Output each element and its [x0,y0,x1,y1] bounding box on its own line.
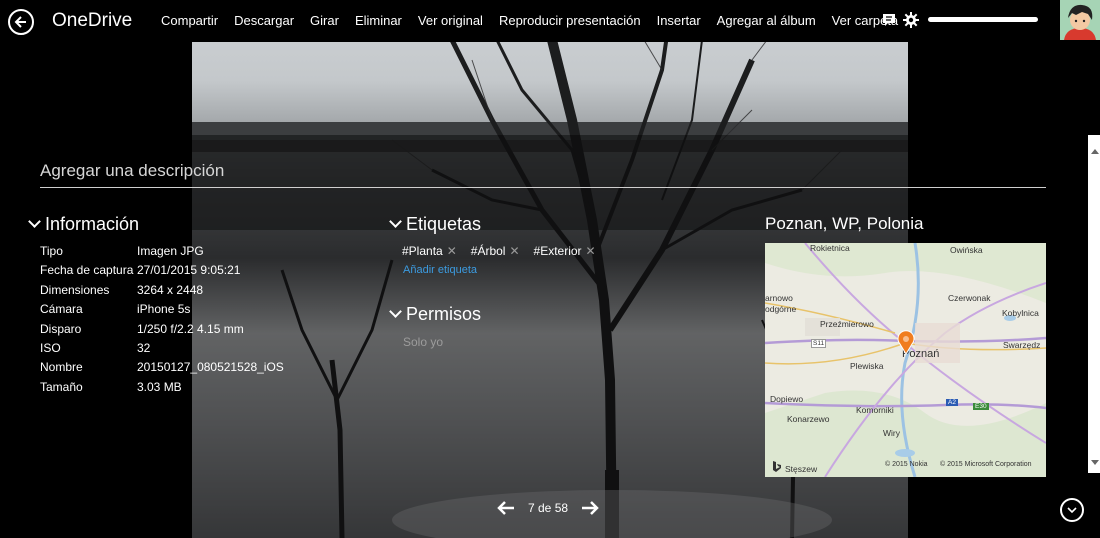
info-label: Tipo [40,244,63,258]
menu-item-descargar[interactable]: Descargar [234,13,294,28]
info-value: 27/01/2015 9:05:21 [137,263,241,278]
tag-chip: #Árbol ✕ [471,244,520,258]
menu-item-insertar[interactable]: Insertar [657,13,701,28]
map-label: Przeźmierowo [820,319,874,329]
tag-list: #Planta ✕ #Árbol ✕ #Exterior ✕ [402,244,610,258]
info-row: Tipo Imagen JPG [40,244,284,263]
permissions-heading: Permisos [406,304,482,324]
map-label: Konarzewo [787,414,830,424]
map-label: Wiry [883,428,900,438]
app-title: OneDrive [52,10,133,31]
info-row: Tamaño 3.03 MB [40,380,284,399]
map-graphic [765,243,1046,477]
map-label: Stęszew [785,464,818,474]
tag-chip: #Planta ✕ [402,244,457,258]
tags-section-toggle[interactable]: Etiquetas [389,214,482,235]
map-label: E30 [973,403,989,410]
back-button[interactable] [8,9,34,35]
map-label: Dopiewo [770,394,804,404]
redacted-name [928,17,1038,22]
scroll-down-arrow-icon[interactable] [1091,460,1099,465]
info-value: 3.03 MB [137,379,182,394]
map-label: Rokietnica [810,243,850,253]
next-arrow-icon[interactable] [580,500,600,516]
info-label: Cámara [40,302,83,317]
info-table: Tipo Imagen JPG Fecha de captura 27/01/201… [40,244,284,399]
location-map[interactable]: Rokietnica Owińska arnowo odgórne Czerwo… [765,243,1046,477]
tag-chip: #Exterior ✕ [534,244,596,258]
info-label: Nombre [40,360,83,375]
info-label: Disparo [40,321,82,336]
map-label: odgórne [765,304,797,314]
bing-logo-icon [773,461,781,472]
info-value: Imagen JPG [137,244,204,258]
tag-label: #Árbol [470,244,506,258]
top-bar: OneDrive Compartir Descargar Girar Elimi… [0,0,1100,42]
map-label: Plewiska [850,361,884,371]
remove-tag-icon[interactable]: ✕ [447,244,457,258]
info-label: Dimensiones [40,282,110,297]
photo-counter: 7 de 58 [528,501,569,515]
command-menu: Compartir Descargar Girar Eliminar Ver o… [161,13,914,28]
description-input[interactable]: Agregar una descripción [40,161,1046,188]
map-label: Swarzędz [1003,340,1041,350]
info-row: Nombre 20150127_080521528_iOS [40,360,284,379]
map-label: A2 [946,399,958,406]
map-copyright-nokia: © 2015 Nokia [885,461,928,468]
menu-item-reproducir-presentacion[interactable]: Reproducir presentación [499,13,641,28]
map-label: Komorniki [856,405,894,415]
gear-icon[interactable] [903,12,919,28]
map-label: Kobylnica [1002,308,1039,318]
map-label: Owińska [950,245,983,255]
info-label: ISO [40,340,61,355]
info-row: Disparo 1/250 f/2.2 4.15 mm [40,322,284,341]
chevron-down-icon [1067,507,1077,514]
menu-item-girar[interactable]: Girar [310,13,339,28]
menu-item-ver-original[interactable]: Ver original [418,13,483,28]
info-value: 20150127_080521528_iOS [137,360,284,375]
remove-tag-icon[interactable]: ✕ [509,244,519,258]
info-label: Fecha de captura [40,263,134,278]
info-value: 3264 x 2448 [137,282,204,297]
avatar-image [1060,0,1100,40]
photo-pager: 7 de 58 [496,500,600,516]
feedback-icon[interactable] [882,13,896,27]
avatar[interactable] [1060,0,1100,40]
info-row: ISO 32 [40,341,284,360]
info-section-toggle[interactable]: Información [28,214,140,235]
info-row: Fecha de captura 27/01/2015 9:05:21 [40,263,284,282]
map-label: arnowo [765,293,793,303]
tags-heading: Etiquetas [406,214,482,234]
chevron-down-icon [28,215,41,228]
scroll-up-arrow-icon[interactable] [1091,149,1099,154]
chevron-down-icon [389,215,402,228]
permissions-value: Solo yo [403,335,444,349]
map-copyright-microsoft: © 2015 Microsoft Corporation [940,461,1032,468]
tag-label: #Exterior [533,244,582,258]
vertical-scrollbar[interactable] [1088,135,1100,473]
map-label: Czerwonak [948,293,991,303]
info-heading: Información [45,214,140,234]
menu-item-agregar-al-album[interactable]: Agregar al álbum [717,13,816,28]
info-value: 1/250 f/2.2 4.15 mm [137,321,244,336]
collapse-panel-button[interactable] [1060,498,1084,522]
menu-item-eliminar[interactable]: Eliminar [355,13,402,28]
info-value: iPhone 5s [137,302,191,317]
chevron-down-icon [389,305,402,318]
info-value: 32 [137,340,151,355]
back-arrow-icon [14,16,26,28]
location-title: Poznan, WP, Polonia [765,214,924,233]
add-tag-link[interactable]: Añadir etiqueta [403,264,477,276]
permissions-section-toggle[interactable]: Permisos [389,304,482,325]
info-row: Dimensiones 3264 x 2448 [40,283,284,302]
remove-tag-icon[interactable]: ✕ [586,244,596,258]
map-label: S11 [811,339,827,348]
previous-arrow-icon[interactable] [496,500,516,516]
info-label: Tamaño [40,379,83,394]
info-row: Cámara iPhone 5s [40,302,284,321]
user-name[interactable] [928,12,1053,26]
menu-item-compartir[interactable]: Compartir [161,13,218,28]
tag-label: #Planta [402,244,443,258]
map-pin-icon [897,330,915,355]
